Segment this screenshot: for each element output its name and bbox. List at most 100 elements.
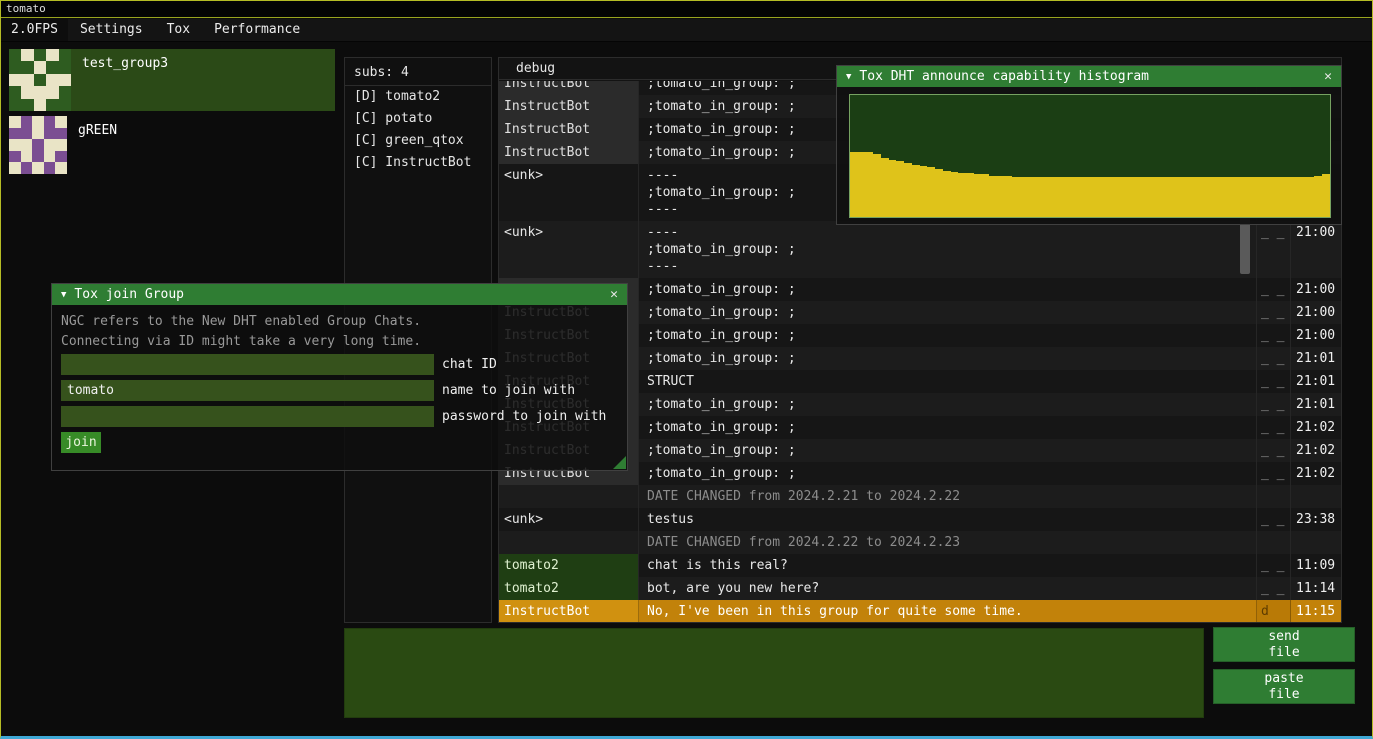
join-window-title: Tox join Group <box>74 287 602 302</box>
message-text: DATE CHANGED from 2024.2.21 to 2024.2.22 <box>639 485 1257 508</box>
histogram-bar <box>1252 177 1260 217</box>
message-time: 23:38 <box>1291 508 1341 531</box>
message-row: InstructBotNo, I've been in this group f… <box>499 600 1341 622</box>
join-window-titlebar[interactable]: ▼ Tox join Group ✕ <box>52 284 627 305</box>
group-name: test_group3 <box>71 49 168 111</box>
window-titlebar[interactable]: tomato <box>1 1 1372 18</box>
resize-grip[interactable] <box>613 456 626 469</box>
group-name: gREEN <box>67 116 117 174</box>
message-flags: _ _ <box>1257 393 1291 416</box>
message-time: 21:00 <box>1291 221 1341 278</box>
sender-name: InstructBot <box>499 118 639 141</box>
send-file-button[interactable]: send file <box>1213 627 1355 662</box>
message-time: 21:02 <box>1291 439 1341 462</box>
menu-item-performance[interactable]: Performance <box>202 19 312 41</box>
member-list: [D] tomato2[C] potato[C] green_qtox[C] I… <box>345 86 491 174</box>
message-flags: d <box>1257 600 1291 622</box>
group-item-test_group3[interactable]: test_group3 <box>9 49 335 111</box>
message-time <box>1291 485 1341 508</box>
collapse-icon[interactable]: ▼ <box>846 72 851 82</box>
message-time: 21:01 <box>1291 347 1341 370</box>
sender-name: InstructBot <box>499 95 639 118</box>
histogram-window-titlebar[interactable]: ▼ Tox DHT announce capability histogram … <box>837 66 1341 87</box>
histogram-bar <box>1322 174 1330 217</box>
field-label: password to join with <box>442 409 606 424</box>
message-flags: _ _ <box>1257 278 1291 301</box>
message-flags <box>1257 485 1291 508</box>
member-item[interactable]: [C] green_qtox <box>345 130 491 152</box>
histogram-bar <box>1299 177 1307 217</box>
join-password-input[interactable] <box>61 406 434 427</box>
histogram-bar <box>1036 177 1044 217</box>
chat-id-input[interactable] <box>61 354 434 375</box>
histogram-bar <box>1214 177 1222 217</box>
histogram-plot <box>849 94 1331 218</box>
close-icon[interactable]: ✕ <box>610 287 618 302</box>
histogram-bar <box>920 166 928 217</box>
histogram-bar <box>889 160 897 217</box>
message-row: tomato2chat is this real?_ _11:09 <box>499 554 1341 577</box>
message-flags: _ _ <box>1257 347 1291 370</box>
sender-name <box>499 531 639 554</box>
message-text: DATE CHANGED from 2024.2.22 to 2024.2.23 <box>639 531 1257 554</box>
sender-name: InstructBot <box>499 600 639 622</box>
menu-item-tox[interactable]: Tox <box>155 19 202 41</box>
member-item[interactable]: [C] InstructBot <box>345 152 491 174</box>
join-name-input[interactable] <box>61 380 434 401</box>
histogram-bar <box>1159 177 1167 217</box>
histogram-bar <box>1260 177 1268 217</box>
sender-name: <unk> <box>499 508 639 531</box>
message-flags: _ _ <box>1257 221 1291 278</box>
app-window: tomato 2.0FPS SettingsToxPerformance tes… <box>0 0 1373 739</box>
field-label: chat ID <box>442 357 497 372</box>
histogram-bar <box>981 174 989 217</box>
message-flags: _ _ <box>1257 324 1291 347</box>
message-time: 21:01 <box>1291 393 1341 416</box>
histogram-bar <box>943 171 951 217</box>
window-title: tomato <box>6 2 46 15</box>
group-avatar-icon <box>9 116 67 174</box>
menu-item-settings[interactable]: Settings <box>68 19 155 41</box>
message-time: 11:09 <box>1291 554 1341 577</box>
histogram-window: ▼ Tox DHT announce capability histogram … <box>836 65 1342 225</box>
message-time <box>1291 531 1341 554</box>
member-item[interactable]: [D] tomato2 <box>345 86 491 108</box>
histogram-bar <box>1005 176 1013 217</box>
message-text: ;tomato_in_group: ; <box>639 439 1257 462</box>
member-item[interactable]: [C] potato <box>345 108 491 130</box>
message-text: ;tomato_in_group: ; <box>639 324 1257 347</box>
group-item-gREEN[interactable]: gREEN <box>9 116 335 174</box>
histogram-bar <box>1028 177 1036 217</box>
histogram-bar <box>873 154 881 217</box>
message-time: 21:01 <box>1291 370 1341 393</box>
date-row: DATE CHANGED from 2024.2.21 to 2024.2.22 <box>499 485 1341 508</box>
histogram-bar <box>966 173 974 217</box>
histogram-window-title: Tox DHT announce capability histogram <box>859 69 1316 84</box>
message-flags: _ _ <box>1257 462 1291 485</box>
message-text: bot, are you new here? <box>639 577 1257 600</box>
message-text: chat is this real? <box>639 554 1257 577</box>
message-flags: _ _ <box>1257 416 1291 439</box>
join-button[interactable]: join <box>61 432 101 453</box>
message-flags: _ _ <box>1257 370 1291 393</box>
histogram-bar <box>997 176 1005 217</box>
histogram-bar <box>858 152 866 217</box>
histogram-bar <box>1244 177 1252 217</box>
histogram-bar <box>1059 177 1067 217</box>
histogram-bar <box>912 165 920 217</box>
histogram-bar <box>1183 177 1191 217</box>
join-fields: chat IDname to join withpassword to join… <box>61 354 606 427</box>
sender-name <box>499 485 639 508</box>
close-icon[interactable]: ✕ <box>1324 69 1332 84</box>
paste-file-button[interactable]: paste file <box>1213 669 1355 704</box>
collapse-icon[interactable]: ▼ <box>61 290 66 300</box>
histogram-bar <box>1012 177 1020 217</box>
histogram-bar <box>1283 177 1291 217</box>
message-text: ;tomato_in_group: ; <box>639 416 1257 439</box>
histogram-bar <box>1237 177 1245 217</box>
message-input[interactable] <box>344 628 1204 718</box>
fps-counter: 2.0FPS <box>1 19 68 41</box>
message-time: 11:14 <box>1291 577 1341 600</box>
histogram-bar <box>989 176 997 217</box>
message-time: 21:00 <box>1291 324 1341 347</box>
